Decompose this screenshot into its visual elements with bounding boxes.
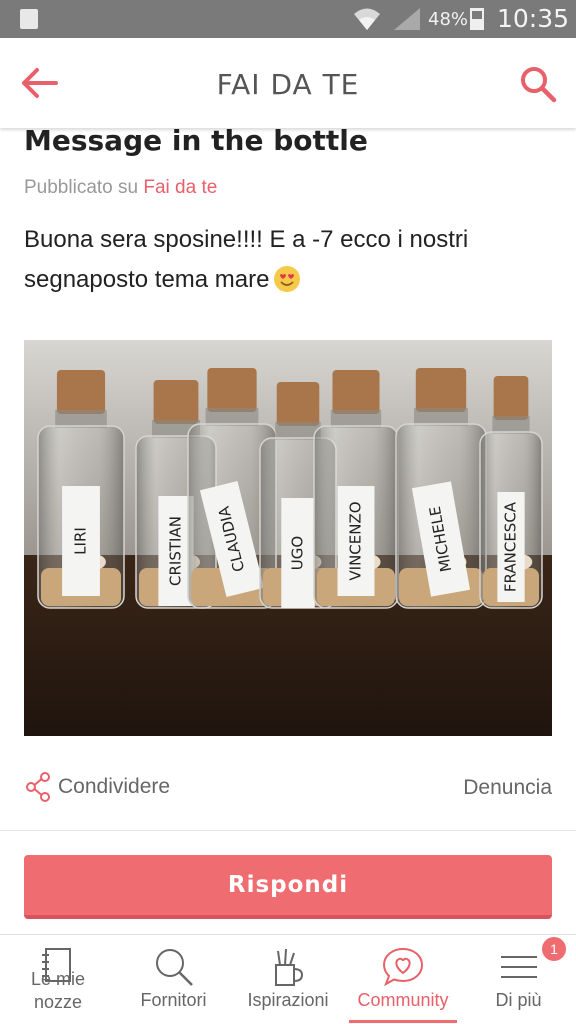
cork	[276, 382, 320, 426]
notification-badge: 1	[542, 937, 566, 961]
post-body-line1: Buona sera sposine!!!! E a -7 ecco i nos…	[24, 226, 469, 253]
name-tag-text: UGO	[289, 536, 307, 570]
name-tag-text: FRANCESCA	[502, 501, 520, 592]
nav-ispirazioni[interactable]: Ispirazioni	[231, 935, 345, 1024]
battery-icon	[470, 8, 484, 30]
clock: 10:35	[497, 4, 570, 33]
share-label: Condividere	[58, 775, 171, 798]
cork	[207, 368, 257, 412]
name-tag: UGO	[281, 498, 315, 608]
search-icon[interactable]	[518, 64, 558, 104]
status-bar: 48% 10:35	[0, 0, 576, 38]
cork	[153, 380, 199, 424]
name-tag: FRANCESCA	[497, 492, 525, 602]
post-body-line2: segnaposto tema mare	[24, 260, 544, 300]
bottles-photo: LIRI CRISTIAN CLAUDIA UGO VINCENZO MICHELE FRA…	[24, 340, 552, 736]
nav-label: Fornitori	[140, 990, 207, 1010]
battery-percent: 48%	[428, 9, 469, 30]
sd-card-icon	[20, 9, 38, 29]
nav-label-line2: nozze	[33, 992, 83, 1012]
page-title: FAI DA TE	[216, 68, 360, 101]
wifi-icon	[354, 8, 380, 30]
report-link[interactable]: Denuncia	[463, 776, 552, 800]
nav-fornitori[interactable]: Fornitori	[116, 935, 231, 1024]
active-indicator	[349, 1020, 457, 1023]
search-icon	[155, 949, 193, 986]
name-tag-text: LIRI	[72, 527, 90, 555]
heart-eyes-emoji-icon	[274, 266, 301, 292]
post-photo[interactable]: LIRI CRISTIAN CLAUDIA UGO VINCENZO MICHELE FRA…	[24, 340, 552, 736]
post-title: Message in the bottle	[24, 124, 368, 157]
bottom-nav: Le mie nozze Fornitori Ispirazioni Commu…	[0, 934, 576, 1024]
post-body: Buona sera sposine!!!! E a -7 ecco i nos…	[24, 220, 544, 300]
nav-community[interactable]: Community	[345, 935, 461, 1024]
menu-icon	[500, 956, 537, 978]
name-tag: VINCENZO	[337, 486, 375, 596]
cork	[332, 370, 380, 414]
post-actions: Condividere Denuncia	[0, 768, 576, 828]
cork	[56, 370, 106, 414]
name-tag: LIRI	[62, 486, 100, 596]
share-button[interactable]: Condividere	[26, 772, 170, 802]
cork	[415, 368, 467, 412]
category-link[interactable]: Fai da te	[143, 177, 217, 198]
reply-button[interactable]: Rispondi	[24, 855, 552, 919]
nav-label: Di più	[495, 990, 542, 1010]
name-tag-text: CRISTIAN	[167, 516, 185, 586]
cork	[493, 376, 529, 420]
published-prefix: Pubblicato su	[24, 177, 139, 198]
nav-di-piu[interactable]: 1 Di più	[461, 935, 576, 1024]
divider	[0, 830, 576, 831]
nav-le-mie-nozze[interactable]: Le mie nozze	[0, 935, 116, 1024]
pencil-cup-icon	[275, 948, 304, 986]
nav-label-line1: Le mie	[30, 969, 86, 989]
app-header: FAI DA TE	[0, 38, 576, 128]
heart-chat-icon	[382, 947, 424, 987]
published-line: Pubblicato su Fai da te	[24, 177, 217, 199]
signal-icon	[394, 8, 420, 30]
name-tag-text: VINCENZO	[347, 501, 365, 580]
nav-label: Community	[357, 990, 449, 1010]
share-icon	[26, 772, 50, 802]
nav-label: Ispirazioni	[247, 990, 329, 1010]
